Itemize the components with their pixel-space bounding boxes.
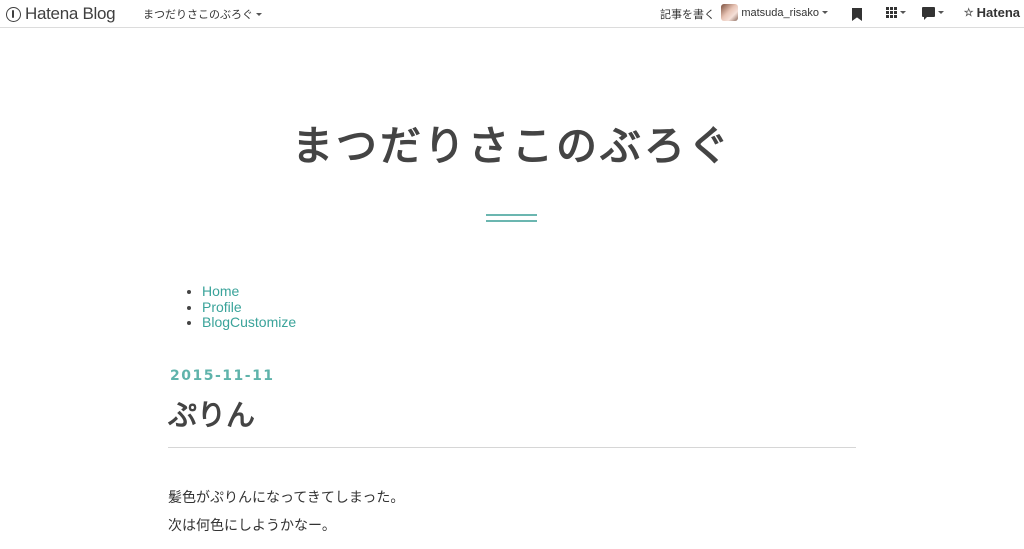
- blog-switcher-label: まつだりさこのぶろぐ: [143, 9, 253, 21]
- hatena-blog-logo[interactable]: Hatena Blog: [6, 4, 116, 24]
- nav-link-blogcustomize[interactable]: BlogCustomize: [202, 314, 296, 330]
- nav-link-home[interactable]: Home: [202, 283, 239, 299]
- hatena-star-icon: ☆: [963, 7, 974, 19]
- notifications-button[interactable]: [922, 7, 944, 20]
- speech-bubble-icon: [922, 7, 935, 20]
- chevron-down-icon: [938, 10, 944, 14]
- entry-date[interactable]: 2015-11-11: [170, 368, 275, 384]
- title-divider-bottom: [486, 220, 537, 222]
- logo-text: Hatena Blog: [25, 4, 116, 23]
- blog-title[interactable]: まつだりさこのぶろぐ: [0, 112, 1024, 172]
- write-article-button[interactable]: 記事を書く: [660, 6, 715, 22]
- username: matsuda_risako: [741, 6, 819, 19]
- chevron-down-icon: [256, 12, 262, 16]
- title-divider-top: [486, 214, 537, 216]
- chevron-down-icon: [822, 11, 828, 14]
- apps-menu-button[interactable]: [886, 7, 906, 18]
- blog-switcher-menu[interactable]: まつだりさこのぶろぐ: [143, 6, 262, 22]
- nav-link-profile[interactable]: Profile: [202, 299, 242, 315]
- brand-label: Hatena: [976, 5, 1020, 20]
- hatena-brand-link[interactable]: ☆ Hatena: [964, 5, 1020, 20]
- blog-nav: Home Profile BlogCustomize: [186, 283, 296, 331]
- nav-item-home: Home: [202, 283, 296, 300]
- user-menu[interactable]: matsuda_risako: [721, 4, 828, 21]
- entry-paragraph: 次は何色にしようかなー。: [168, 518, 336, 534]
- entry-paragraph: 髪色がぷりんになってきてしまった。: [168, 490, 405, 506]
- entry-content: 髪色がぷりんになってきてしまった。 次は何色にしようかなー。: [168, 484, 404, 540]
- chevron-down-icon: [900, 11, 906, 14]
- hatena-logo-icon: [6, 6, 21, 22]
- avatar: [721, 4, 739, 21]
- entry-divider: [168, 447, 856, 448]
- nav-item-profile: Profile: [202, 299, 296, 316]
- nav-item-blogcustomize: BlogCustomize: [202, 314, 296, 331]
- global-header: Hatena Blog まつだりさこのぶろぐ 記事を書く matsuda_ris…: [0, 0, 1024, 28]
- grid-icon: [886, 7, 897, 18]
- entry-title[interactable]: ぷりん: [168, 392, 255, 434]
- bookmark-icon[interactable]: [852, 8, 862, 21]
